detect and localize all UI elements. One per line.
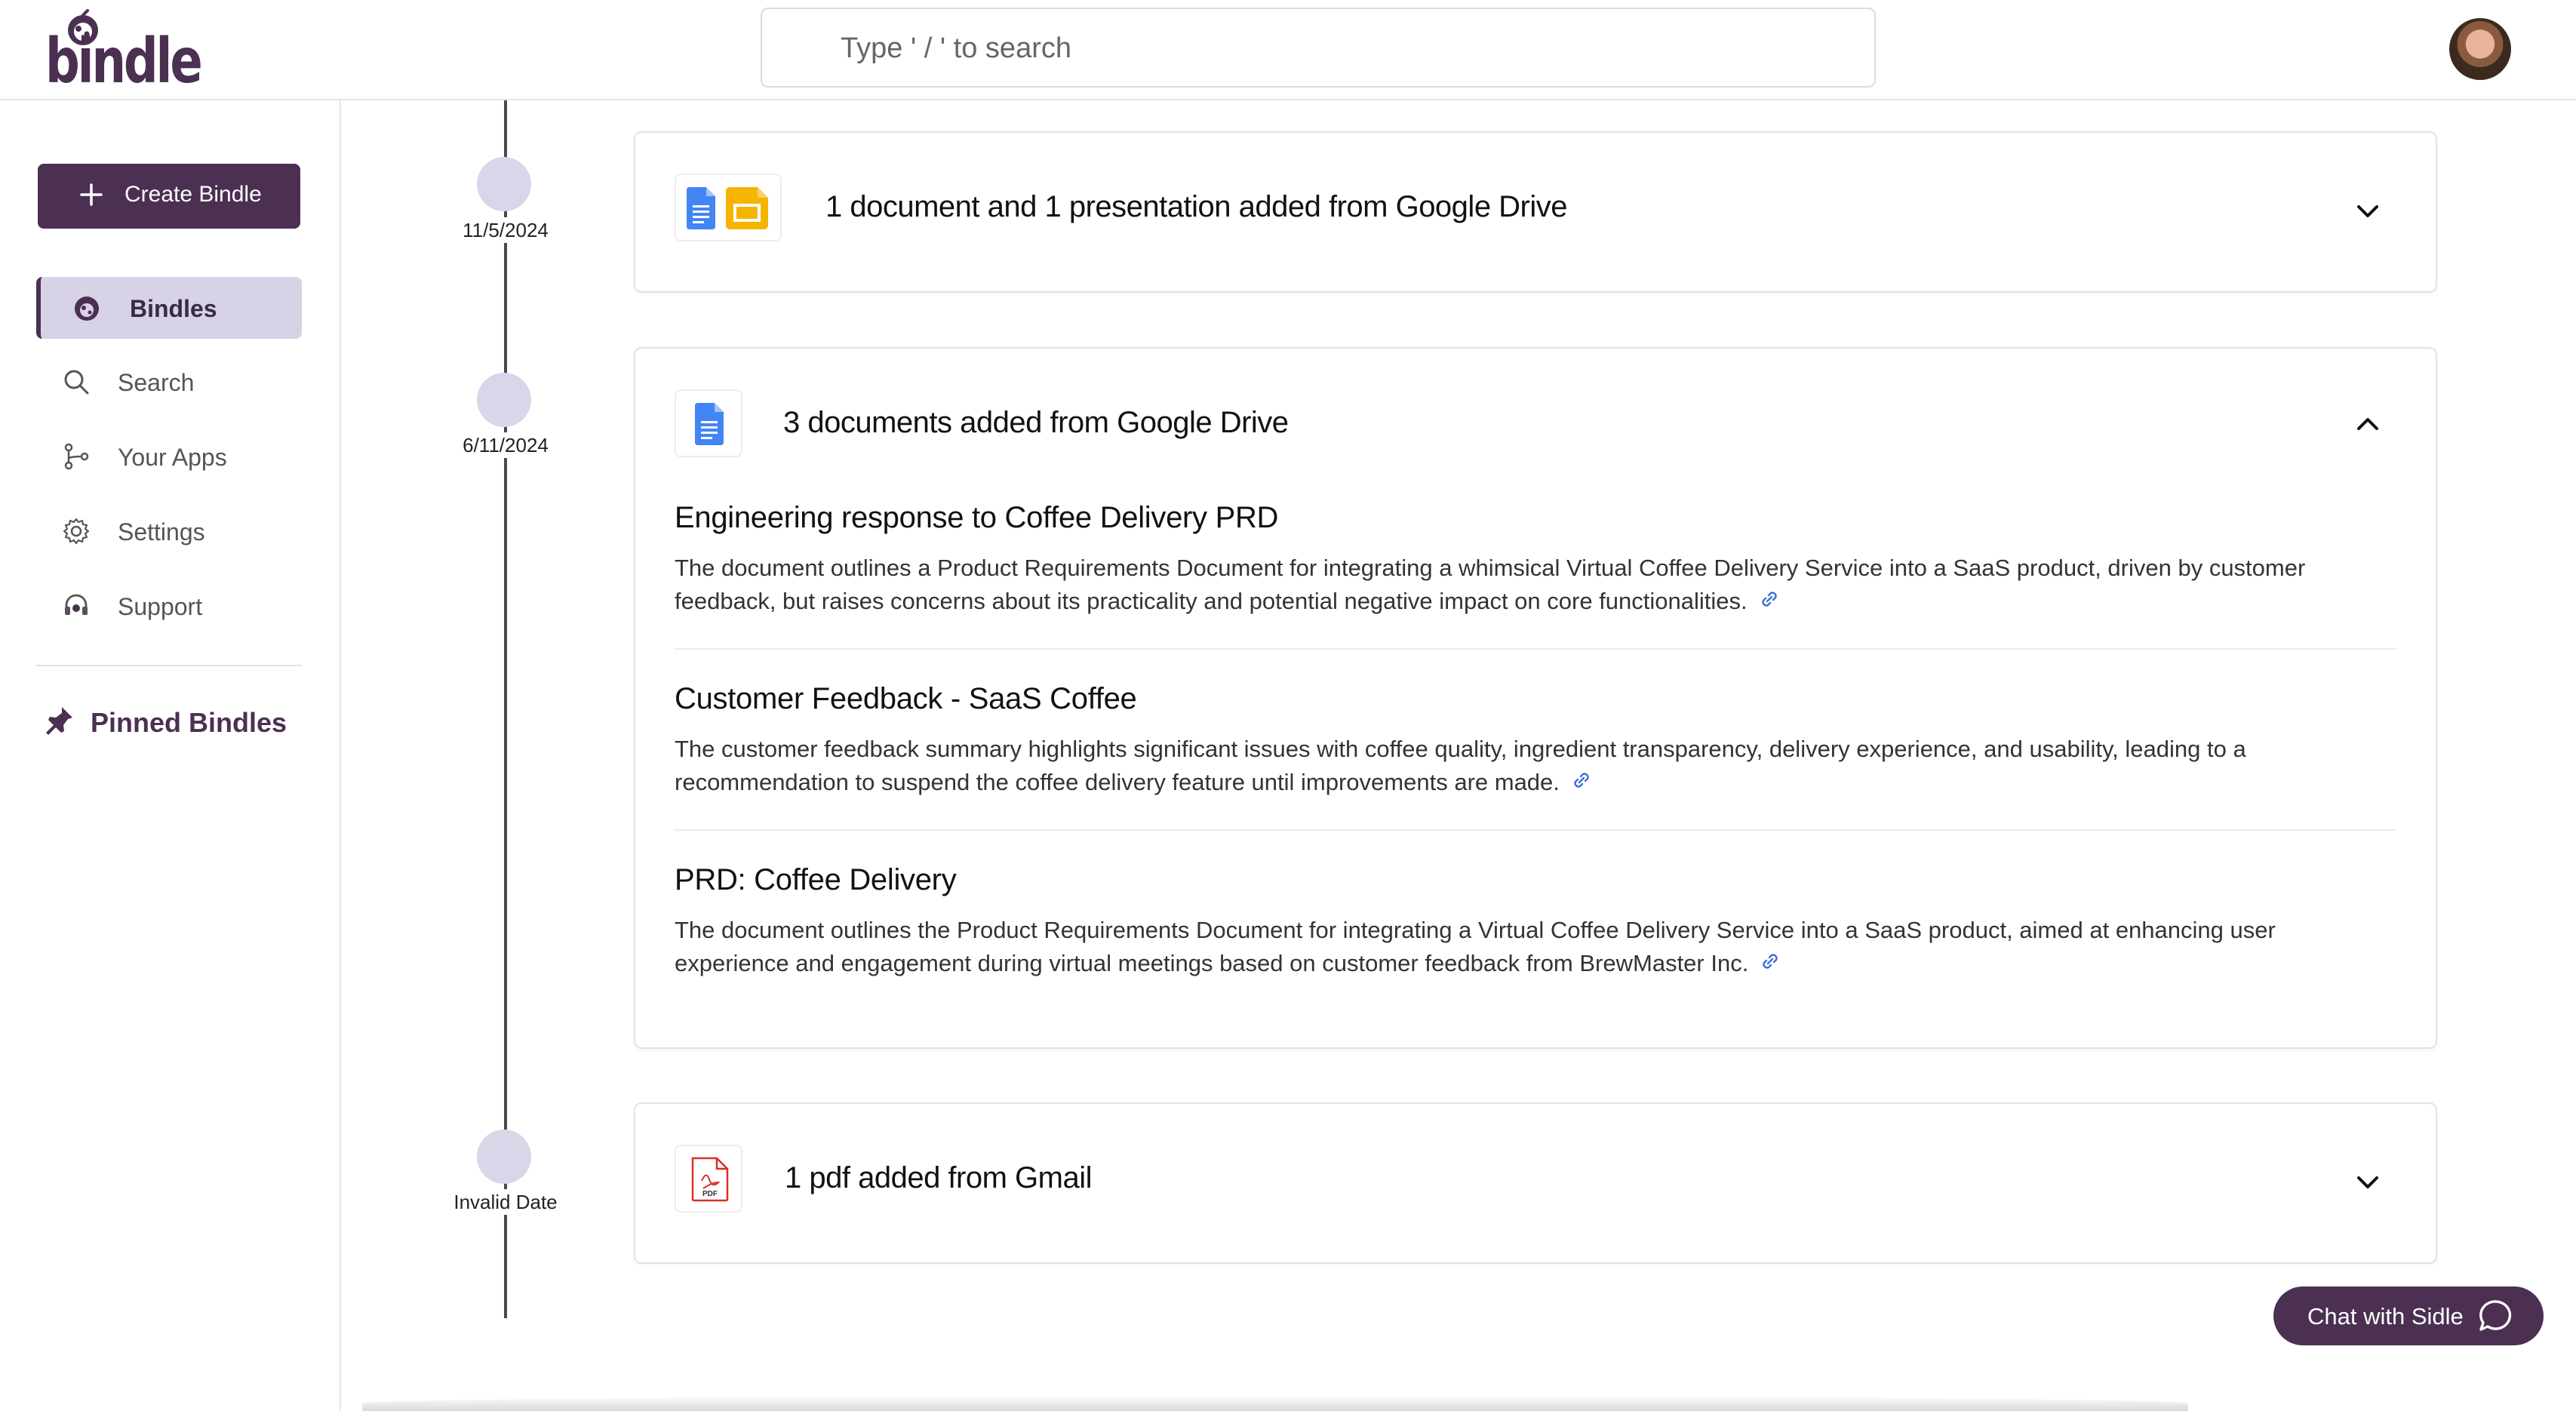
timeline-dot bbox=[477, 1130, 531, 1184]
google-docs-icon bbox=[695, 403, 724, 445]
timeline-dot bbox=[477, 157, 531, 211]
create-bindle-button[interactable]: Create Bindle bbox=[38, 164, 300, 229]
activity-card[interactable]: 1 document and 1 presentation added from… bbox=[634, 131, 2437, 293]
sidebar-item-label: Bindles bbox=[130, 295, 217, 322]
document-item[interactable]: PRD: Coffee Delivery The document outlin… bbox=[675, 863, 2396, 980]
create-bindle-label: Create Bindle bbox=[124, 182, 262, 207]
sidebar-item-settings[interactable]: Settings bbox=[36, 500, 302, 562]
plus-icon bbox=[80, 183, 103, 206]
document-summary: The customer feedback summary highlights… bbox=[675, 736, 2246, 795]
document-description: The customer feedback summary highlights… bbox=[675, 733, 2396, 799]
sidebar-item-label: Settings bbox=[118, 518, 205, 546]
card-title: 1 pdf added from Gmail bbox=[785, 1161, 1093, 1194]
sidebar-divider bbox=[36, 665, 302, 666]
link-icon[interactable] bbox=[1759, 950, 1781, 973]
document-summary: The document outlines a Product Requirem… bbox=[675, 555, 2306, 614]
document-divider bbox=[675, 829, 2396, 831]
activity-card-expanded[interactable]: 3 documents added from Google Drive Engi… bbox=[634, 347, 2437, 1049]
document-divider bbox=[675, 648, 2396, 650]
google-slides-icon bbox=[726, 187, 768, 229]
bindle-logo[interactable]: bindle bbox=[45, 9, 203, 97]
chevron-down-icon[interactable] bbox=[2353, 196, 2383, 226]
document-description: The document outlines the Product Requir… bbox=[675, 914, 2396, 980]
chevron-up-icon[interactable] bbox=[2353, 409, 2383, 439]
search-input[interactable] bbox=[841, 26, 1821, 71]
pdf-icon: PDF bbox=[691, 1157, 729, 1202]
timeline-date: Invalid Date bbox=[423, 1189, 589, 1215]
card-title: 1 document and 1 presentation added from… bbox=[825, 190, 1568, 223]
sidebar-item-support[interactable]: Support bbox=[36, 575, 302, 637]
chat-with-sidle-button[interactable]: Chat with Sidle bbox=[2273, 1286, 2544, 1345]
global-search[interactable] bbox=[761, 8, 1876, 88]
bottom-scroll-shadow bbox=[362, 1396, 2188, 1411]
google-docs-file-icon bbox=[675, 389, 742, 457]
link-icon[interactable] bbox=[1570, 769, 1593, 792]
chat-bubble-icon bbox=[2479, 1300, 2512, 1331]
apps-branch-icon bbox=[64, 443, 89, 470]
sidebar-item-search[interactable]: Search bbox=[36, 351, 302, 413]
timeline-dot bbox=[477, 373, 531, 427]
google-docs-icon bbox=[687, 187, 715, 229]
document-description: The document outlines a Product Requirem… bbox=[675, 552, 2396, 618]
sidebar-item-bindles[interactable]: Bindles bbox=[36, 277, 302, 339]
sidebar-item-label: Search bbox=[118, 369, 195, 396]
bindle-icon bbox=[75, 297, 99, 321]
top-header: bindle bbox=[0, 0, 2576, 100]
document-title[interactable]: Engineering response to Coffee Delivery … bbox=[675, 501, 2396, 535]
document-item[interactable]: Engineering response to Coffee Delivery … bbox=[675, 501, 2396, 618]
sidebar-item-your-apps[interactable]: Your Apps bbox=[36, 426, 302, 487]
link-icon[interactable] bbox=[1758, 588, 1781, 610]
sidebar-item-label: Your Apps bbox=[118, 444, 227, 471]
gear-icon bbox=[63, 518, 90, 545]
document-item[interactable]: Customer Feedback - SaaS Coffee The cust… bbox=[675, 682, 2396, 799]
document-title[interactable]: PRD: Coffee Delivery bbox=[675, 863, 2396, 897]
search-icon bbox=[64, 370, 89, 395]
chat-label: Chat with Sidle bbox=[2307, 1303, 2464, 1330]
pdf-file-icon: PDF bbox=[675, 1145, 742, 1213]
headset-icon bbox=[65, 594, 88, 615]
card-title: 3 documents added from Google Drive bbox=[783, 406, 1289, 439]
sidebar: Create Bindle Bindles Search Your Apps S… bbox=[0, 100, 341, 1411]
chevron-down-icon[interactable] bbox=[2353, 1167, 2383, 1197]
pinned-bindles-label: Pinned Bindles bbox=[91, 707, 287, 738]
google-drive-file-icons bbox=[675, 174, 782, 241]
pdf-badge-text: PDF bbox=[702, 1190, 718, 1198]
timeline-date: 6/11/2024 bbox=[423, 432, 589, 458]
document-title[interactable]: Customer Feedback - SaaS Coffee bbox=[675, 682, 2396, 716]
pin-icon bbox=[46, 707, 72, 735]
sidebar-item-label: Support bbox=[118, 593, 203, 620]
logo-text: bindle bbox=[45, 26, 203, 97]
document-summary: The document outlines the Product Requir… bbox=[675, 917, 2276, 976]
user-avatar[interactable] bbox=[2449, 18, 2511, 80]
timeline-date: 11/5/2024 bbox=[423, 217, 589, 243]
activity-card[interactable]: PDF 1 pdf added from Gmail bbox=[634, 1102, 2437, 1264]
